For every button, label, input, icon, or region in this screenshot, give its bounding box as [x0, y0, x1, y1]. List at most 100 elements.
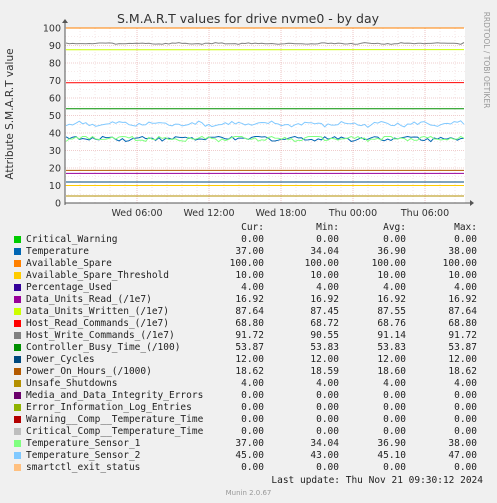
col-min-header: Min: [316, 222, 339, 233]
legend-min: 100.00 [304, 258, 339, 269]
legend-min: 34.04 [310, 438, 339, 449]
legend-row: Controller_Busy_Time_(/100) 53.87 53.83 53.… [14, 342, 484, 354]
legend-min: 0.00 [316, 426, 339, 437]
y-tick-label: 30 [49, 146, 61, 157]
legend-row: Host_Write_Commands_(/1e7) 91.72 90.55 91.1… [14, 330, 484, 342]
legend-row: Unsafe_Shutdowns 4.00 4.00 4.00 4.00 [14, 378, 484, 390]
legend-min: 53.83 [310, 342, 339, 353]
legend-cur: 45.00 [235, 450, 264, 461]
legend-avg: 100.00 [371, 258, 406, 269]
legend-header: Cur: Min: Avg: Max: [14, 222, 484, 234]
legend-swatch [14, 344, 21, 351]
legend-max: 100.00 [442, 258, 477, 269]
legend-avg: 18.60 [377, 366, 406, 377]
legend-cur: 0.00 [241, 402, 264, 413]
legend-max: 91.72 [448, 330, 477, 341]
y-tick-label: 10 [49, 181, 61, 192]
legend-swatch [14, 428, 21, 435]
legend-max: 38.00 [448, 246, 477, 257]
legend-name: Available_Spare_Threshold [26, 270, 169, 281]
legend-avg: 68.76 [377, 318, 406, 329]
legend-name: Warning__Comp__Temperature_Time [26, 414, 204, 425]
legend-row: Power_On_Hours_(/1000) 18.62 18.59 18.60 18.… [14, 366, 484, 378]
x-tick-label: Wed 06:00 [111, 208, 162, 219]
legend-avg: 10.00 [377, 270, 406, 281]
legend-row: Available_Spare 100.00 100.00 100.00 100.00 [14, 258, 484, 270]
legend-min: 0.00 [316, 402, 339, 413]
legend-max: 0.00 [454, 390, 477, 401]
legend-cur: 10.00 [235, 270, 264, 281]
y-tick-label: 90 [49, 41, 61, 52]
legend-avg: 0.00 [383, 234, 406, 245]
legend-name: Controller_Busy_Time_(/100) [26, 342, 181, 353]
legend-cur: 0.00 [241, 426, 264, 437]
legend-max: 0.00 [454, 234, 477, 245]
x-axis-arrow [470, 200, 474, 206]
legend-swatch [14, 248, 21, 255]
legend-cur: 0.00 [241, 462, 264, 473]
y-tick-label: 100 [43, 24, 61, 35]
legend-swatch [14, 272, 21, 279]
legend-avg: 0.00 [383, 402, 406, 413]
legend-swatch [14, 368, 21, 375]
legend-name: Media_and_Data_Integrity_Errors [26, 390, 204, 401]
x-tick-label: Wed 18:00 [255, 208, 306, 219]
smart-graph: S.M.A.R.T values for drive nvme0 - by da… [4, 11, 491, 219]
legend-name: Percentage_Used [26, 282, 112, 293]
legend-cur: 18.62 [235, 366, 264, 377]
legend-avg: 87.55 [377, 306, 406, 317]
legend-swatch [14, 236, 21, 243]
legend-avg: 12.00 [377, 354, 406, 365]
legend-name: Available_Spare [26, 258, 112, 269]
legend-cur: 4.00 [241, 282, 264, 293]
legend-cur: 91.72 [235, 330, 264, 341]
legend-swatch [14, 464, 21, 471]
legend-max: 47.00 [448, 450, 477, 461]
legend-row: Critical_Warning 0.00 0.00 0.00 0.00 [14, 234, 484, 246]
x-tick-label: Wed 12:00 [183, 208, 234, 219]
legend-swatch [14, 356, 21, 363]
legend-cur: 0.00 [241, 414, 264, 425]
last-update: Last update: Thu Nov 21 09:30:12 2024 [271, 475, 483, 486]
y-tick-label: 60 [49, 94, 61, 105]
legend-max: 4.00 [454, 282, 477, 293]
legend-avg: 0.00 [383, 462, 406, 473]
legend-min: 0.00 [316, 414, 339, 425]
legend-max: 4.00 [454, 378, 477, 389]
y-tick-label: 0 [55, 199, 61, 210]
legend-row: smartctl_exit_status 0.00 0.00 0.00 0.00 [14, 462, 484, 474]
legend-name: Temperature_Sensor_2 [26, 450, 141, 461]
legend-max: 10.00 [448, 270, 477, 281]
legend-name: smartctl_exit_status [26, 462, 141, 473]
legend-swatch [14, 296, 21, 303]
y-tick-label: 40 [49, 129, 61, 140]
legend-name: Data_Units_Written_(/1e7) [26, 306, 169, 317]
legend-max: 53.87 [448, 342, 477, 353]
legend-cur: 37.00 [235, 438, 264, 449]
x-tick-label: Thu 06:00 [400, 208, 449, 219]
legend-row: Host_Read_Commands_(/1e7) 68.80 68.72 68.76… [14, 318, 484, 330]
legend-swatch [14, 380, 21, 387]
x-tick-label: Thu 00:00 [328, 208, 377, 219]
legend-row: Error_Information_Log_Entries 0.00 0.00 0.0… [14, 402, 484, 414]
legend-row: Power_Cycles 12.00 12.00 12.00 12.00 [14, 354, 484, 366]
legend-min: 87.45 [310, 306, 339, 317]
legend-max: 0.00 [454, 414, 477, 425]
legend-avg: 91.14 [377, 330, 406, 341]
legend-avg: 45.10 [377, 450, 406, 461]
y-tick-label: 70 [49, 76, 61, 87]
legend-name: Critical_Warning [26, 234, 118, 245]
legend-avg: 16.92 [377, 294, 406, 305]
legend-row: Critical_Comp__Temperature_Time 0.00 0.00 0… [14, 426, 484, 438]
y-axis-arrow [62, 19, 68, 23]
y-axis-label: Attribute S.M.A.R.T value [4, 48, 16, 179]
legend-cur: 37.00 [235, 246, 264, 257]
legend-min: 16.92 [310, 294, 339, 305]
legend-cur: 100.00 [229, 258, 264, 269]
legend-cur: 53.87 [235, 342, 264, 353]
legend-max: 12.00 [448, 354, 477, 365]
legend-min: 4.00 [316, 378, 339, 389]
legend-row: Temperature 37.00 34.04 36.90 38.00 [14, 246, 484, 258]
col-max-header: Max: [454, 222, 477, 233]
col-cur-header: Cur: [241, 222, 264, 233]
